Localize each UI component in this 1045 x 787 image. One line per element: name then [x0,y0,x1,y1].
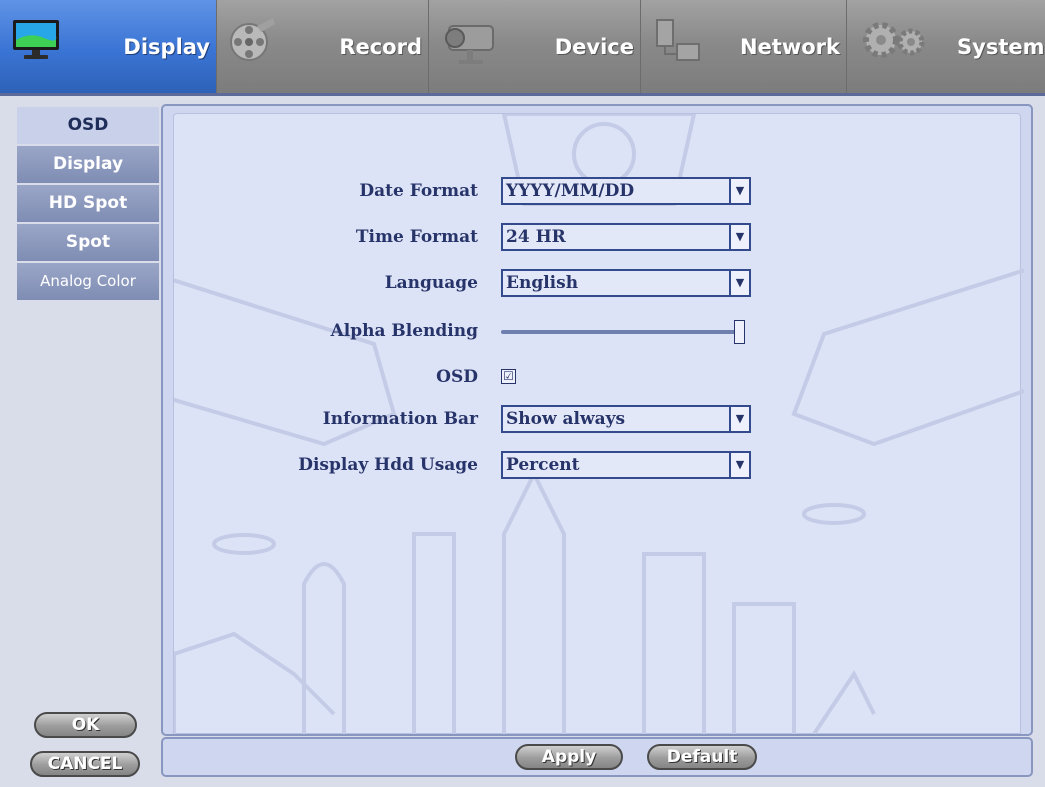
time-format-value: 24 HR [506,227,566,247]
settings-form-area: Date Format YYYY/MM/DD ▼ Time Format 24 … [173,113,1024,734]
chevron-down-icon[interactable]: ▼ [729,407,749,431]
tab-device[interactable]: Device [429,0,641,93]
sidebar-item-analog-color[interactable]: Analog Color [17,263,159,300]
chevron-down-icon[interactable]: ▼ [729,179,749,203]
gears-icon [863,22,925,58]
language-value: English [506,273,579,293]
language-row: Language English ▼ [174,269,1014,297]
tab-record[interactable]: Record [217,0,429,93]
display-hdd-usage-select[interactable]: Percent ▼ [501,451,751,479]
tab-system[interactable]: System [847,0,1045,93]
date-format-label: Date Format [359,181,478,201]
settings-panel: Date Format YYYY/MM/DD ▼ Time Format 24 … [161,104,1033,736]
osd-label: OSD [436,367,478,387]
tab-system-label: System [957,34,1045,59]
osd-row: OSD ☑ [174,363,1014,391]
sidebar-menu: OSD Display HD Spot Spot Analog Color [17,107,159,302]
time-format-label: Time Format [355,227,478,247]
display-hdd-usage-value: Percent [506,455,580,475]
top-tab-bar: Display Record Device Network System [0,0,1045,96]
chevron-down-icon[interactable]: ▼ [729,271,749,295]
sidebar-item-spot[interactable]: Spot [17,224,159,261]
alpha-blending-slider-handle[interactable] [734,320,745,344]
tab-display-label: Display [123,34,210,59]
ok-button[interactable]: OK [34,712,137,738]
tab-network[interactable]: Network [641,0,847,93]
tab-record-label: Record [339,34,422,59]
language-select[interactable]: English ▼ [501,269,751,297]
time-format-select[interactable]: 24 HR ▼ [501,223,751,251]
time-format-row: Time Format 24 HR ▼ [174,223,1014,251]
tab-device-label: Device [554,34,634,59]
apply-button[interactable]: Apply [515,744,623,770]
monitor-icon [13,20,59,59]
tab-display[interactable]: Display [0,0,217,93]
bottom-action-bar: Apply Default [161,737,1033,777]
default-button[interactable]: Default [647,744,757,770]
chevron-down-icon[interactable]: ▼ [729,225,749,249]
information-bar-value: Show always [506,409,626,429]
network-monitor-icon [656,19,700,61]
sidebar-item-display[interactable]: Display [17,146,159,183]
date-format-value: YYYY/MM/DD [506,181,635,201]
sidebar-item-osd[interactable]: OSD [17,107,159,144]
osd-checkbox[interactable]: ☑ [501,369,516,384]
alpha-blending-label: Alpha Blending [330,321,478,341]
information-bar-label: Information Bar [322,409,478,429]
tab-network-label: Network [739,34,840,59]
alpha-blending-slider[interactable] [501,320,745,344]
display-hdd-usage-label: Display Hdd Usage [298,455,478,475]
cancel-button[interactable]: CANCEL [30,751,140,777]
alpha-blending-row: Alpha Blending [174,317,1014,345]
film-reel-icon [230,18,275,61]
sidebar-item-hd-spot[interactable]: HD Spot [17,185,159,222]
information-bar-row: Information Bar Show always ▼ [174,405,1014,433]
information-bar-select[interactable]: Show always ▼ [501,405,751,433]
language-label: Language [384,273,478,293]
chevron-down-icon[interactable]: ▼ [729,453,749,477]
date-format-row: Date Format YYYY/MM/DD ▼ [174,177,1014,205]
date-format-select[interactable]: YYYY/MM/DD ▼ [501,177,751,205]
display-hdd-usage-row: Display Hdd Usage Percent ▼ [174,451,1014,479]
camera-icon [445,25,494,64]
